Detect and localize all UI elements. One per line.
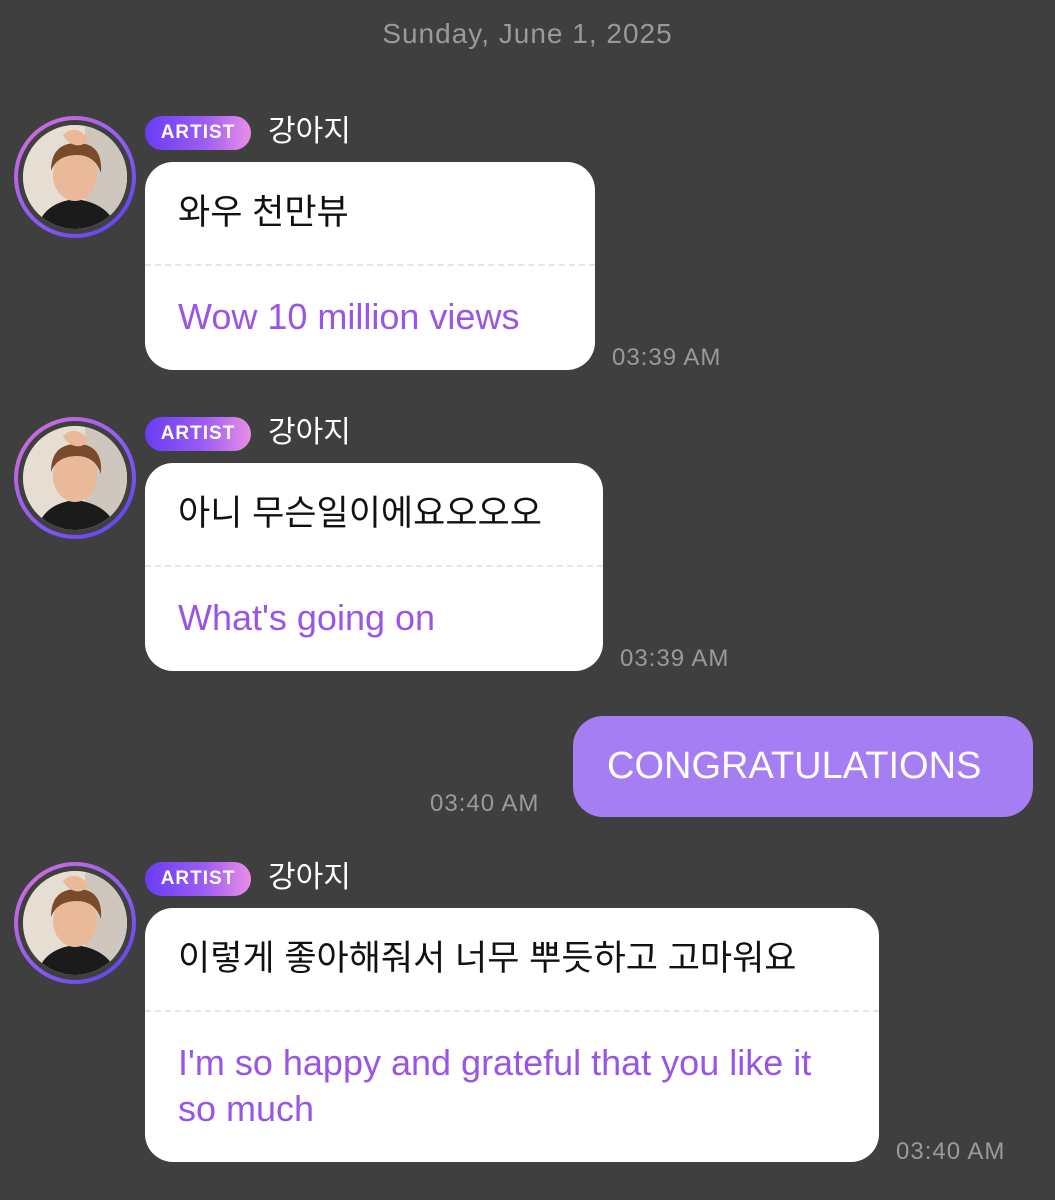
sender-name: 강아지 bbox=[268, 861, 351, 894]
avatar-photo-icon bbox=[23, 125, 127, 229]
artist-avatar[interactable] bbox=[14, 116, 136, 238]
avatar-photo-icon bbox=[23, 871, 127, 975]
message-original: 아니 무슨일이에요오오오 bbox=[178, 494, 542, 533]
message-bubble[interactable]: 와우 천만뷰 Wow 10 million views bbox=[145, 162, 595, 370]
sender-name: 강아지 bbox=[268, 115, 351, 148]
sender-name: 강아지 bbox=[268, 416, 351, 449]
message-translation: I'm so happy and grateful that you like … bbox=[178, 1042, 812, 1129]
my-message-bubble[interactable]: CONGRATULATIONS bbox=[573, 716, 1033, 817]
message-time: 03:40 AM bbox=[896, 1138, 1006, 1165]
message-original: 와우 천만뷰 bbox=[178, 193, 349, 232]
message-time: 03:39 AM bbox=[620, 645, 730, 672]
artist-badge: ARTIST bbox=[145, 116, 251, 150]
avatar-photo-icon bbox=[23, 426, 127, 530]
artist-badge: ARTIST bbox=[145, 862, 251, 896]
message-time: 03:40 AM bbox=[430, 790, 540, 817]
message-translation: Wow 10 million views bbox=[178, 296, 520, 337]
message-bubble[interactable]: 아니 무슨일이에요오오오 What's going on bbox=[145, 463, 603, 671]
date-separator: Sunday, June 1, 2025 bbox=[382, 18, 673, 49]
message-translation: What's going on bbox=[178, 597, 436, 638]
artist-avatar[interactable] bbox=[14, 417, 136, 539]
message-time: 03:39 AM bbox=[612, 344, 722, 371]
artist-badge: ARTIST bbox=[145, 417, 251, 451]
artist-avatar[interactable] bbox=[14, 862, 136, 984]
message-original: 이렇게 좋아해줘서 너무 뿌듯하고 고마워요 bbox=[178, 939, 797, 978]
message-bubble[interactable]: 이렇게 좋아해줘서 너무 뿌듯하고 고마워요 I'm so happy and … bbox=[145, 908, 879, 1162]
